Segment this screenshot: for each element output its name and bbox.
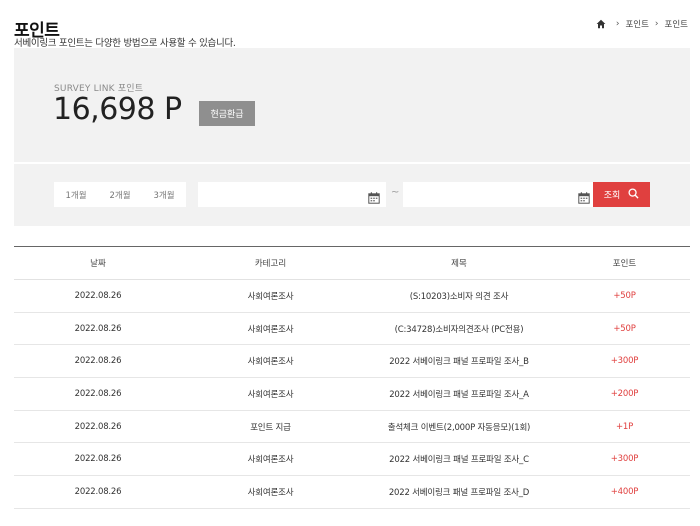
point-summary-panel: SURVEY LINK 포인트 16,698 P 현금환급 <box>14 48 690 162</box>
point-balance: 16,698 P <box>53 92 182 127</box>
row-category: 사회여론조사 <box>182 279 359 313</box>
search-button[interactable]: 조회 <box>593 182 650 207</box>
row-points: +400P <box>559 475 690 509</box>
page-subtitle: 서베이링크 포인트는 다양한 방법으로 사용할 수 있습니다. <box>14 38 236 49</box>
start-date-field <box>198 182 386 207</box>
period-2-month-button[interactable]: 2개월 <box>98 182 142 207</box>
table-row: 2022.08.26 사회여론조사 2022 서베이링크 패널 프로파일 조사_… <box>14 344 690 379</box>
filter-bar: 1개월 2개월 3개월 ~ 조회 <box>14 164 690 226</box>
column-header-date: 날짜 <box>14 246 182 280</box>
breadcrumb: › 포인트 › 포인트 <box>596 18 688 30</box>
period-3-month-button[interactable]: 3개월 <box>142 182 186 207</box>
start-date-input[interactable] <box>198 182 386 207</box>
row-title: 출석체크 이벤트(2,000P 자동응모)(1회) <box>359 410 559 444</box>
period-1-month-button[interactable]: 1개월 <box>54 182 98 207</box>
row-title: 2022 서베이링크 패널 프로파일 조사_A <box>359 377 559 411</box>
row-title: (C:34728)소비자의견조사 (PC전용) <box>359 312 559 346</box>
chevron-right-icon: › <box>615 19 620 29</box>
row-category: 사회여론조사 <box>182 475 359 509</box>
breadcrumb-item-current[interactable]: 포인트 <box>665 18 688 30</box>
table-row: 2022.08.26 사회여론조사 (S:10203)소비자 의견 조사 +50… <box>14 279 690 313</box>
column-header-category: 카테고리 <box>182 246 359 280</box>
point-history-table: 날짜 카테고리 제목 포인트 2022.08.26 사회여론조사 (S:1020… <box>14 246 690 509</box>
row-title: 2022 서베이링크 패널 프로파일 조사_C <box>359 442 559 477</box>
chevron-right-icon: › <box>654 19 659 29</box>
row-date: 2022.08.26 <box>14 442 182 477</box>
search-button-label: 조회 <box>603 190 621 200</box>
column-header-points: 포인트 <box>559 246 690 280</box>
row-title: (S:10203)소비자 의견 조사 <box>359 279 559 313</box>
date-range-separator: ~ <box>391 187 400 198</box>
cash-refund-button[interactable]: 현금환급 <box>199 101 255 126</box>
home-icon[interactable] <box>596 19 606 29</box>
row-category: 사회여론조사 <box>182 377 359 411</box>
row-points: +200P <box>559 377 690 411</box>
row-points: +50P <box>559 312 690 346</box>
row-date: 2022.08.26 <box>14 279 182 313</box>
table-row: 2022.08.26 포인트 지급 출석체크 이벤트(2,000P 자동응모)(… <box>14 410 690 444</box>
breadcrumb-item[interactable]: 포인트 <box>625 18 648 30</box>
table-row: 2022.08.26 사회여론조사 2022 서베이링크 패널 프로파일 조사_… <box>14 475 690 509</box>
row-points: +1P <box>559 410 690 444</box>
table-row: 2022.08.26 사회여론조사 2022 서베이링크 패널 프로파일 조사_… <box>14 377 690 411</box>
row-category: 사회여론조사 <box>182 442 359 477</box>
row-points: +300P <box>559 442 690 477</box>
period-selector: 1개월 2개월 3개월 <box>54 182 186 207</box>
row-date: 2022.08.26 <box>14 344 182 379</box>
row-date: 2022.08.26 <box>14 410 182 444</box>
row-title: 2022 서베이링크 패널 프로파일 조사_D <box>359 475 559 509</box>
end-date-field <box>403 182 596 207</box>
calendar-icon[interactable] <box>368 189 380 204</box>
column-header-title: 제목 <box>359 246 559 280</box>
row-date: 2022.08.26 <box>14 312 182 346</box>
row-category: 사회여론조사 <box>182 344 359 379</box>
table-row: 2022.08.26 사회여론조사 2022 서베이링크 패널 프로파일 조사_… <box>14 442 690 477</box>
row-date: 2022.08.26 <box>14 475 182 509</box>
table-row: 2022.08.26 사회여론조사 (C:34728)소비자의견조사 (PC전용… <box>14 312 690 346</box>
row-category: 사회여론조사 <box>182 312 359 346</box>
calendar-icon[interactable] <box>578 189 590 204</box>
end-date-input[interactable] <box>403 182 596 207</box>
row-title: 2022 서베이링크 패널 프로파일 조사_B <box>359 344 559 379</box>
row-points: +300P <box>559 344 690 379</box>
row-date: 2022.08.26 <box>14 377 182 411</box>
table-header-row: 날짜 카테고리 제목 포인트 <box>14 246 690 280</box>
row-category: 포인트 지급 <box>182 410 359 444</box>
row-points: +50P <box>559 279 690 313</box>
search-icon <box>628 188 639 201</box>
